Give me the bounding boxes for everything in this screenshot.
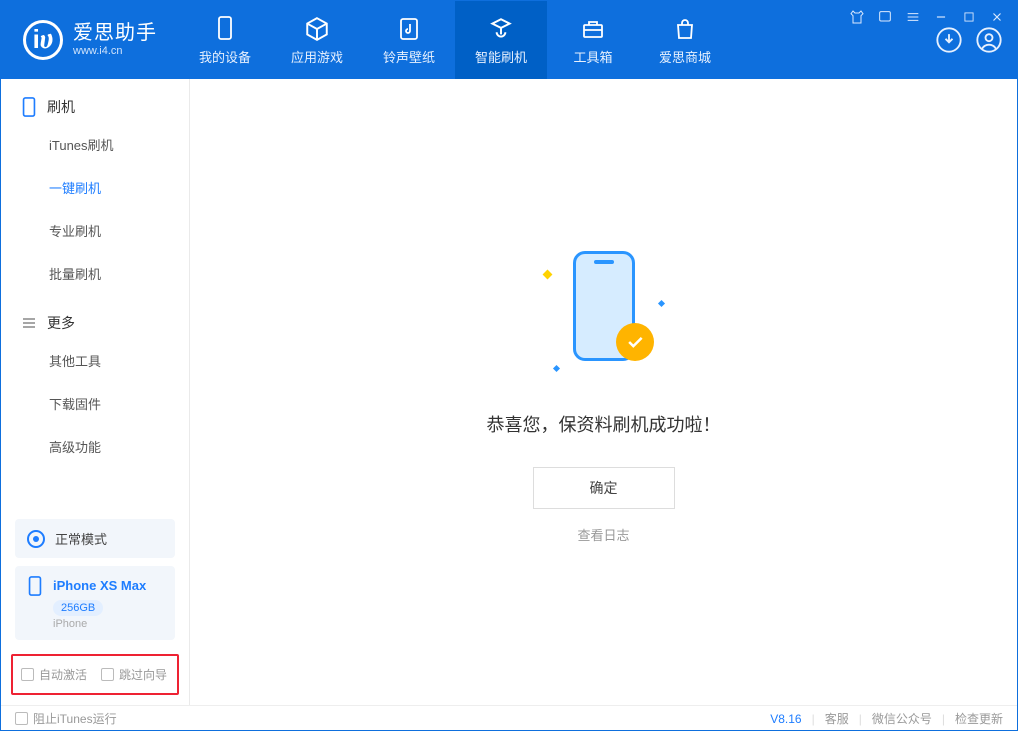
nav-label: 我的设备 xyxy=(199,47,251,66)
close-button[interactable] xyxy=(988,8,1006,26)
logo[interactable]: iሀ 爱思助手 www.i4.cn xyxy=(1,1,179,79)
music-icon xyxy=(395,15,423,43)
device-name: iPhone XS Max xyxy=(53,578,146,593)
app-subtitle: www.i4.cn xyxy=(73,45,157,58)
cube-icon xyxy=(303,15,331,43)
version-label: V8.16 xyxy=(770,712,801,726)
success-illustration xyxy=(544,241,664,381)
sidebar-group-flash: 刷机 xyxy=(1,79,189,123)
checkbox-icon xyxy=(21,668,34,681)
refresh-icon xyxy=(487,15,515,43)
nav-label: 智能刷机 xyxy=(475,47,527,66)
checkbox-icon xyxy=(15,712,28,725)
footer: 阻止iTunes运行 V8.16 | 客服 | 微信公众号 | 检查更新 xyxy=(1,705,1017,731)
group-label: 刷机 xyxy=(47,97,75,117)
checkbox-label: 阻止iTunes运行 xyxy=(33,710,117,727)
device-capacity: 256GB xyxy=(53,600,103,616)
check-badge-icon xyxy=(616,323,654,361)
top-nav: 我的设备 应用游戏 铃声壁纸 智能刷机 工具箱 爱思商城 xyxy=(179,1,731,79)
maximize-button[interactable] xyxy=(960,8,978,26)
checkbox-block-itunes[interactable]: 阻止iTunes运行 xyxy=(15,710,117,727)
nav-ringtone-wallpaper[interactable]: 铃声壁纸 xyxy=(363,1,455,79)
support-link[interactable]: 客服 xyxy=(825,710,849,727)
wechat-link[interactable]: 微信公众号 xyxy=(872,710,932,727)
view-log-link[interactable]: 查看日志 xyxy=(577,525,629,544)
nav-toolbox[interactable]: 工具箱 xyxy=(547,1,639,79)
minimize-button[interactable] xyxy=(932,8,950,26)
device-icon xyxy=(211,15,239,43)
sidebar: 刷机 iTunes刷机 一键刷机 专业刷机 批量刷机 更多 其他工具 下载固件 … xyxy=(1,79,190,705)
app-title: 爱思助手 xyxy=(73,21,157,45)
logo-icon: iሀ xyxy=(23,20,63,60)
nav-my-device[interactable]: 我的设备 xyxy=(179,1,271,79)
sidebar-group-more: 更多 xyxy=(1,295,189,339)
sidebar-item-itunes-flash[interactable]: iTunes刷机 xyxy=(1,123,189,166)
sidebar-item-other-tools[interactable]: 其他工具 xyxy=(1,339,189,382)
app-body: 刷机 iTunes刷机 一键刷机 专业刷机 批量刷机 更多 其他工具 下载固件 … xyxy=(1,79,1017,705)
success-message: 恭喜您，保资料刷机成功啦！ xyxy=(487,411,721,437)
checkbox-label: 自动激活 xyxy=(39,666,87,683)
mode-card[interactable]: 正常模式 xyxy=(15,519,175,558)
bag-icon xyxy=(671,15,699,43)
group-label: 更多 xyxy=(47,313,75,333)
phone-icon xyxy=(21,97,37,117)
mode-label: 正常模式 xyxy=(55,529,107,548)
sidebar-item-pro-flash[interactable]: 专业刷机 xyxy=(1,209,189,252)
options-box: 自动激活 跳过向导 xyxy=(11,654,179,695)
sidebar-item-oneclick-flash[interactable]: 一键刷机 xyxy=(1,166,189,209)
nav-label: 工具箱 xyxy=(573,47,612,66)
more-icon xyxy=(21,315,37,331)
checkbox-icon xyxy=(101,668,114,681)
menu-icon[interactable] xyxy=(904,8,922,26)
device-card[interactable]: iPhone XS Max 256GB iPhone xyxy=(15,566,175,640)
main-content: 恭喜您，保资料刷机成功啦！ 确定 查看日志 xyxy=(190,79,1017,705)
nav-label: 爱思商城 xyxy=(659,47,711,66)
device-type: iPhone xyxy=(53,618,163,630)
sidebar-item-download-firmware[interactable]: 下载固件 xyxy=(1,382,189,425)
sidebar-item-batch-flash[interactable]: 批量刷机 xyxy=(1,252,189,295)
toolbox-icon xyxy=(579,15,607,43)
checkbox-auto-activate[interactable]: 自动激活 xyxy=(21,666,87,683)
feedback-icon[interactable] xyxy=(876,8,894,26)
nav-label: 应用游戏 xyxy=(291,47,343,66)
skin-icon[interactable] xyxy=(848,8,866,26)
checkbox-skip-guide[interactable]: 跳过向导 xyxy=(101,666,167,683)
nav-label: 铃声壁纸 xyxy=(383,47,435,66)
nav-apps-games[interactable]: 应用游戏 xyxy=(271,1,363,79)
ok-button[interactable]: 确定 xyxy=(533,467,675,509)
sidebar-item-advanced[interactable]: 高级功能 xyxy=(1,425,189,468)
titlebar xyxy=(848,8,1006,26)
account-button[interactable] xyxy=(975,26,1003,54)
nav-store[interactable]: 爱思商城 xyxy=(639,1,731,79)
checkbox-label: 跳过向导 xyxy=(119,666,167,683)
check-update-link[interactable]: 检查更新 xyxy=(955,710,1003,727)
mode-status-icon xyxy=(27,530,45,548)
nav-smart-flash[interactable]: 智能刷机 xyxy=(455,1,547,79)
device-phone-icon xyxy=(27,576,45,594)
download-button[interactable] xyxy=(935,26,963,54)
